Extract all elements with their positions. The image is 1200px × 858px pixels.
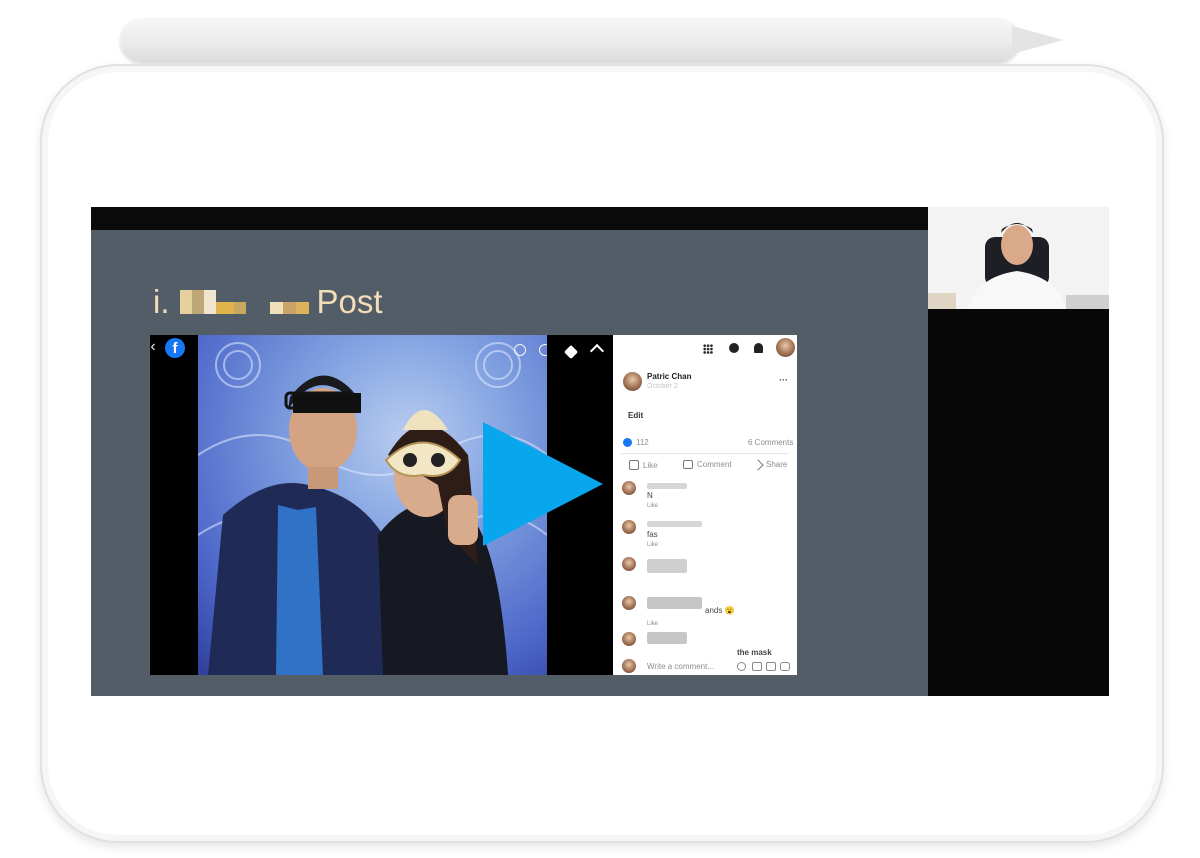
- write-comment-input[interactable]: Write a comment...: [647, 662, 747, 671]
- post-side-panel: Patric Chan October 2 ··· Edit 112 6 Com…: [613, 335, 797, 675]
- comment-like-link[interactable]: Like: [647, 542, 658, 548]
- play-icon[interactable]: [483, 422, 603, 546]
- emoji-icon[interactable]: [737, 662, 746, 671]
- commenter-avatar[interactable]: [622, 557, 636, 571]
- edit-link[interactable]: Edit: [628, 411, 643, 420]
- share-label: Share: [766, 460, 788, 469]
- fullscreen-icon[interactable]: [589, 343, 605, 359]
- tag-icon[interactable]: [563, 344, 579, 360]
- facebook-logo-icon[interactable]: f: [165, 338, 185, 358]
- comment-text: ands 😮: [705, 606, 735, 615]
- commenter-name-blurred: [647, 521, 702, 527]
- comment-text: N: [647, 491, 653, 500]
- commenter-avatar[interactable]: [622, 632, 636, 646]
- reactions-divider: [621, 453, 789, 454]
- bell-icon[interactable]: [754, 343, 763, 353]
- thumbs-up-icon: [629, 460, 639, 470]
- comment-label: Comment: [697, 460, 732, 469]
- comment-list: N Like fas Like ands 😮 Like the mask: [613, 475, 797, 657]
- commenter-name-blurred: [647, 483, 687, 489]
- commenter-name-blurred: [647, 559, 687, 573]
- gif-icon[interactable]: [766, 662, 776, 671]
- grid-icon[interactable]: [703, 344, 713, 354]
- post-date[interactable]: October 2: [647, 383, 678, 390]
- comment-button[interactable]: Comment: [683, 460, 732, 469]
- share-arrow-icon: [752, 458, 764, 471]
- sticker-icon[interactable]: [780, 662, 790, 671]
- profile-avatar[interactable]: [776, 338, 795, 357]
- pixelated-word-1: [179, 290, 246, 314]
- like-label: Like: [643, 460, 658, 470]
- share-button[interactable]: Share: [752, 458, 788, 471]
- commenter-avatar[interactable]: [622, 520, 636, 534]
- facebook-post-screenshot: ‹ f Patric Chan October 2 ··· Edit 112 6…: [150, 335, 797, 675]
- commenter-avatar[interactable]: [622, 481, 636, 495]
- reaction-count[interactable]: 112: [636, 438, 649, 447]
- current-user-avatar: [622, 659, 636, 673]
- messenger-icon[interactable]: [729, 343, 739, 353]
- back-icon[interactable]: ‹: [150, 338, 159, 356]
- comments-count[interactable]: 6 Comments: [748, 438, 793, 447]
- slide-title-word: Post: [316, 283, 383, 320]
- comment-text: the mask: [737, 648, 772, 657]
- comment-like-link[interactable]: Like: [647, 621, 658, 627]
- author-avatar[interactable]: [623, 372, 642, 391]
- commenter-avatar[interactable]: [622, 596, 636, 610]
- commenter-name-blurred: [647, 632, 687, 644]
- video-side-panel: [928, 309, 1109, 696]
- video-top-bar: [91, 207, 928, 230]
- camera-icon[interactable]: [752, 662, 762, 671]
- like-button[interactable]: Like: [629, 460, 658, 470]
- zoom-out-icon[interactable]: [539, 344, 547, 356]
- facebook-logo-letter: f: [172, 340, 178, 357]
- commenter-name-blurred: [647, 597, 702, 609]
- apple-pencil-tip: [1012, 26, 1064, 54]
- zoom-in-icon[interactable]: [514, 344, 526, 356]
- comment-bubble-icon: [683, 460, 693, 469]
- more-options-icon[interactable]: ···: [779, 375, 788, 385]
- comment-like-link[interactable]: Like: [647, 503, 658, 509]
- apple-pencil: [120, 18, 1020, 62]
- author-name[interactable]: Patric Chan: [647, 372, 691, 381]
- like-reaction-icon: [623, 438, 632, 447]
- pixelated-word-2: [269, 302, 309, 314]
- slide-title-prefix: i.: [153, 283, 170, 320]
- slide-title: i. Post: [153, 282, 383, 322]
- comment-text: fas: [647, 530, 658, 539]
- webcam-feed: [928, 207, 1109, 309]
